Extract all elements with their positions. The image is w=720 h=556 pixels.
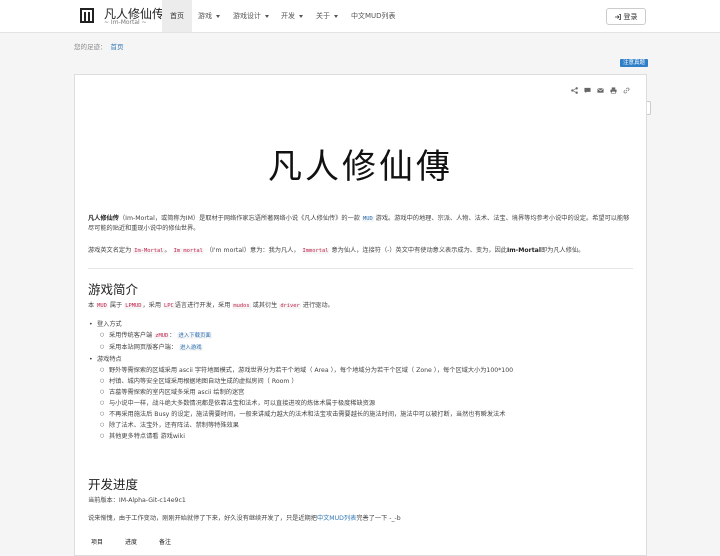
nav-about-dropdown[interactable]: 关于: [308, 0, 346, 32]
top-navbar: 凡人修仙传 ~ Im-Mortal ~ 首页 游戏 游戏设计 开发 关于 中文M…: [0, 0, 720, 33]
list-item: 与小说中一样，战斗绝大多数情况都是依靠法宝和法术，可以直接进攻的炼体术属于极度稀…: [100, 398, 627, 409]
nav-home[interactable]: 首页: [162, 0, 192, 32]
nav-mud-list[interactable]: 中文MUD列表: [343, 0, 404, 32]
nav-dev-dropdown[interactable]: 开发: [273, 0, 311, 32]
caret-down-icon: [334, 14, 338, 18]
content-card: 凡人修仙傳 凡人修仙传（Im-Mortal，或简称为IM）是取材于网络作家忘语所…: [74, 74, 647, 556]
lang-badge[interactable]: 注意真题: [620, 59, 649, 67]
section-heading-intro: 游戏简介: [88, 282, 139, 297]
share-icon[interactable]: [571, 87, 578, 94]
mud-list-link[interactable]: 中文MUD列表: [317, 515, 356, 522]
list-item: 不再采用施法后 Busy 的设定，施法需要时间，一般来讲威力越大的法术和法宝攻击…: [100, 409, 627, 420]
email-icon[interactable]: [597, 87, 604, 94]
print-icon[interactable]: [610, 87, 617, 94]
intro-paragraph-2: 游戏英文名定为 Im-Mortal。 Im mortal （I'm mortal…: [88, 247, 585, 254]
section-heading-progress: 开发进度: [88, 477, 139, 492]
list-item: 采用传统客户端 zMUD： 进入下载页面: [100, 330, 627, 342]
engine-paragraph: 本 MUD 属于 LPMUD，采用 LPC语言进行开发，采用 mudos 或其衍…: [88, 302, 334, 309]
site-logo-icon[interactable]: [80, 8, 94, 23]
list-item: 除了法术、法宝外，还有阵法、禁制等特殊效果: [100, 420, 627, 431]
nav-game-dropdown[interactable]: 游戏: [190, 0, 228, 32]
brand-subtitle: ~ Im-Mortal ~: [104, 19, 147, 26]
progress-paragraph: 说来惭愧，由于工作变动，刚刚开始就停了下来，好久没有继续开发了，只是近期把中文M…: [88, 515, 401, 522]
breadcrumb-prefix: 您的足迹：: [74, 43, 107, 51]
sign-in-icon: [614, 13, 621, 20]
share-toolbar: [571, 87, 630, 94]
login-button[interactable]: 登录: [606, 8, 646, 25]
table-header-cell: 项目: [91, 539, 104, 546]
title-art: 凡人修仙傳: [268, 147, 453, 187]
link-icon[interactable]: [623, 87, 630, 94]
caret-down-icon: [216, 14, 220, 18]
list-item: 其他更多特点请看 游戏wiki: [100, 431, 627, 442]
comment-icon[interactable]: [584, 87, 591, 94]
play-game-link[interactable]: 进入游戏: [179, 345, 203, 351]
caret-down-icon: [299, 14, 303, 18]
version-text: 当前版本：IM-Alpha-Git-c14e9c1: [88, 497, 186, 504]
list-item: 古墓等需探索的室内区域多采用 ascii 绘制的迷宫: [100, 387, 627, 398]
nav-game-design-dropdown[interactable]: 游戏设计: [225, 0, 277, 32]
list-item: 野外等需探索的区域采用 ascii 字符地图模式，游戏世界分为若干个地域（ Ar…: [100, 365, 627, 376]
intro-list: 登入方式 采用传统客户端 zMUD： 进入下载页面 采用本站网页版客户端： 进入…: [89, 319, 627, 442]
breadcrumb: 您的足迹： 首页: [74, 41, 124, 51]
list-item: 村镇、城内等安全区域采用根据地图自动生成的虚拟房间（ Room ）: [100, 376, 627, 387]
caret-down-icon: [265, 14, 269, 18]
breadcrumb-home-link[interactable]: 首页: [111, 43, 124, 51]
list-item: 采用本站网页版客户端： 进入游戏: [100, 342, 627, 354]
download-link[interactable]: 进入下载页面: [177, 333, 212, 339]
table-header-cell: 进度: [125, 539, 138, 546]
list-item: 登入方式 采用传统客户端 zMUD： 进入下载页面 采用本站网页版客户端： 进入…: [89, 319, 627, 354]
divider: [88, 268, 633, 269]
list-item: 游戏特点 野外等需探索的区域采用 ascii 字符地图模式，游戏世界分为若干个地…: [89, 354, 627, 442]
progress-table-header: 项目 进度 备注: [91, 537, 193, 546]
table-header-cell: 备注: [159, 539, 172, 546]
intro-paragraph-1: 凡人修仙传（Im-Mortal，或简称为IM）是取材于网络作家忘语所著网络小说《…: [88, 215, 630, 232]
